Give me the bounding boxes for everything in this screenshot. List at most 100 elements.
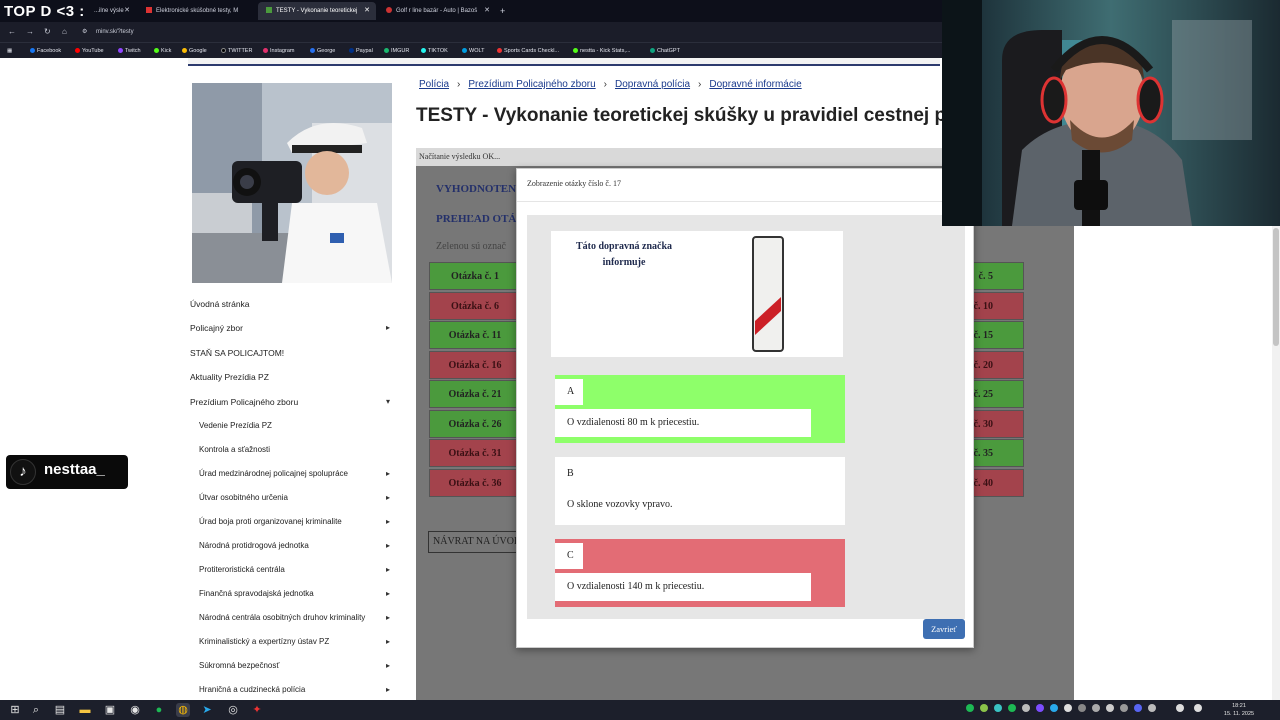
question-cell[interactable]: Otázka č. 31: [429, 439, 521, 467]
chevron-right-icon[interactable]: ▸: [386, 491, 390, 505]
chevron-right-icon[interactable]: ▸: [386, 659, 390, 673]
telegram-icon[interactable]: ➤: [200, 703, 214, 717]
question-cell[interactable]: Otázka č. 26: [429, 409, 521, 438]
sidebar-subitem[interactable]: Národná centrála osobitných druhov krimi…: [199, 611, 396, 625]
bookmark-instagram[interactable]: Instagram: [263, 45, 294, 57]
browser-tab-active[interactable]: TESTY - Vykonanie teoretickej ✕: [258, 2, 376, 20]
bookmark-twitch[interactable]: Twitch: [118, 45, 141, 57]
apps-grid-icon[interactable]: ▦: [7, 45, 12, 57]
browser-tab[interactable]: Golf r line bazár - Auto | Bazoš ✕: [378, 2, 496, 20]
spotify-icon[interactable]: ●: [152, 703, 166, 717]
sidebar-subitem[interactable]: Protiteroristická centrála ▸: [199, 563, 396, 577]
chevron-right-icon[interactable]: ▸: [386, 515, 390, 529]
question-cell[interactable]: Otázka č. 36: [429, 468, 521, 497]
question-cell[interactable]: Otázka č. 11: [429, 321, 521, 349]
tray-icon[interactable]: [1022, 704, 1030, 712]
reload-icon[interactable]: ↻: [44, 25, 51, 39]
bookmark-google[interactable]: Google: [182, 45, 207, 57]
chevron-right-icon[interactable]: ▸: [386, 683, 390, 697]
sidebar-subitem[interactable]: Kriminalistický a expertízny ústav PZ ▸: [199, 635, 396, 649]
page-scrollbar-thumb[interactable]: [1273, 228, 1279, 346]
sidebar-item-policajny-zbor[interactable]: Policajný zbor ▸: [190, 321, 396, 335]
browser-tab[interactable]: Elektronické skúšobné testy, M: [138, 2, 256, 20]
chevron-right-icon[interactable]: ▸: [386, 611, 390, 625]
close-tab-icon[interactable]: ✕: [124, 2, 130, 20]
volume-icon[interactable]: [1194, 704, 1202, 712]
taskbar-clock[interactable]: 18:21 15. 11. 2025: [1218, 702, 1260, 718]
bookmark-kick[interactable]: Kick: [154, 45, 171, 57]
chrome-icon[interactable]: ◍: [176, 703, 190, 717]
back-arrow-icon[interactable]: ←: [8, 25, 16, 39]
sidebar-item-stan-sa-policajtom[interactable]: STAŇ SA POLICAJTOM!: [190, 346, 396, 360]
chevron-right-icon[interactable]: ▸: [386, 563, 390, 577]
sidebar-subitem[interactable]: Úrad boja proti organizovanej kriminalit…: [199, 515, 396, 529]
bookmark-imgur[interactable]: IMGUR: [384, 45, 409, 57]
obs-icon[interactable]: ◉: [128, 703, 142, 717]
breadcrumb-link[interactable]: Prezídium Policajného zboru: [468, 79, 595, 90]
answer-option-c[interactable]: C O vzdialenosti 140 m k priecestiu.: [555, 539, 845, 607]
sidebar-item-aktuality[interactable]: Aktuality Prezídia PZ: [190, 370, 396, 384]
chevron-down-icon[interactable]: ▾: [386, 395, 390, 409]
question-cell[interactable]: Otázka č. 1: [429, 262, 521, 290]
sidebar-subitem[interactable]: Hraničná a cudzinecká polícia ▸: [199, 683, 396, 697]
sidebar-subitem[interactable]: Úrad medzinárodnej policajnej spolupráce…: [199, 467, 396, 481]
tray-icon[interactable]: [1078, 704, 1086, 712]
tray-icon[interactable]: [966, 704, 974, 712]
task-view-icon[interactable]: ▤: [53, 703, 67, 717]
chevron-right-icon[interactable]: ▸: [386, 635, 390, 649]
tray-icon[interactable]: [1036, 704, 1044, 712]
chevron-right-icon[interactable]: ▸: [386, 587, 390, 601]
answer-option-b[interactable]: B O sklone vozovky vpravo.: [555, 457, 845, 525]
breadcrumb-link[interactable]: Dopravná polícia: [615, 79, 690, 90]
bookmark-youtube[interactable]: YouTube: [75, 45, 104, 57]
chevron-right-icon[interactable]: ▸: [386, 467, 390, 481]
bookmark-paypal[interactable]: Paypal: [349, 45, 373, 57]
tray-icon[interactable]: [1120, 704, 1128, 712]
tray-icon[interactable]: [1064, 704, 1072, 712]
sidebar-subitem[interactable]: Finančná spravodajská jednotka ▸: [199, 587, 396, 601]
tray-icon[interactable]: [1148, 704, 1156, 712]
sidebar-subitem[interactable]: Národná protidrogová jednotka ▸: [199, 539, 396, 553]
tray-icon[interactable]: [980, 704, 988, 712]
chevron-right-icon[interactable]: ▸: [386, 321, 390, 335]
windows-start-icon[interactable]: ⊞: [8, 703, 22, 717]
breadcrumb-link[interactable]: Dopravné informácie: [709, 79, 801, 90]
back-to-start-button[interactable]: NÁVRAT NA ÚVOD: [428, 531, 518, 553]
search-icon[interactable]: ⌕: [29, 703, 43, 717]
bookmark-sports-cards[interactable]: Sports Cards Checkl...: [497, 45, 559, 57]
question-cell[interactable]: Otázka č. 21: [429, 380, 521, 408]
question-cell[interactable]: Otázka č. 16: [429, 350, 521, 379]
sidebar-subitem[interactable]: Súkromná bezpečnosť ▸: [199, 659, 396, 673]
sidebar-subitem[interactable]: Kontrola a sťažnosti: [199, 443, 396, 457]
close-tab-icon[interactable]: ✕: [364, 2, 370, 20]
home-icon[interactable]: ⌂: [62, 25, 67, 39]
wifi-icon[interactable]: [1176, 704, 1184, 712]
store-icon[interactable]: ▣: [103, 703, 117, 717]
new-tab-button[interactable]: +: [496, 2, 514, 20]
chevron-right-icon[interactable]: ▸: [386, 539, 390, 553]
sidebar-item-prezidium[interactable]: Prezídium Policajného zboru ▾: [190, 395, 396, 409]
bookmark-chatgpt[interactable]: ChatGPT: [650, 45, 680, 57]
app-icon[interactable]: ✦: [250, 703, 264, 717]
bookmark-twitter[interactable]: TWITTER: [221, 45, 252, 57]
site-info-icon[interactable]: ⚙: [82, 25, 87, 39]
forward-arrow-icon[interactable]: →: [26, 25, 34, 39]
answer-option-a[interactable]: A O vzdialenosti 80 m k priecestiu.: [555, 375, 845, 443]
bookmark-tiktok[interactable]: TIKTOK: [421, 45, 448, 57]
sidebar-item-uvod[interactable]: Úvodná stránka: [190, 297, 396, 311]
bookmark-george[interactable]: George: [310, 45, 335, 57]
tray-icon[interactable]: [1134, 704, 1142, 712]
sidebar-subitem[interactable]: Útvar osobitného určenia ▸: [199, 491, 396, 505]
tray-icon[interactable]: [1092, 704, 1100, 712]
bookmark-wolt[interactable]: WOLT: [462, 45, 484, 57]
tray-icon[interactable]: [1106, 704, 1114, 712]
breadcrumb-link[interactable]: Polícia: [419, 79, 449, 90]
sidebar-subitem[interactable]: Vedenie Prezídia PZ: [199, 419, 396, 433]
close-tab-icon[interactable]: ✕: [484, 2, 490, 20]
file-explorer-icon[interactable]: ▬: [78, 703, 92, 717]
question-cell[interactable]: Otázka č. 6: [429, 291, 521, 320]
close-modal-button[interactable]: Zavrieť: [923, 619, 965, 639]
app-icon[interactable]: ◎: [226, 703, 240, 717]
bookmark-kick-stats[interactable]: nestta - Kick Stats,...: [573, 45, 630, 57]
url-field[interactable]: minv.sk/?testy: [96, 25, 134, 39]
